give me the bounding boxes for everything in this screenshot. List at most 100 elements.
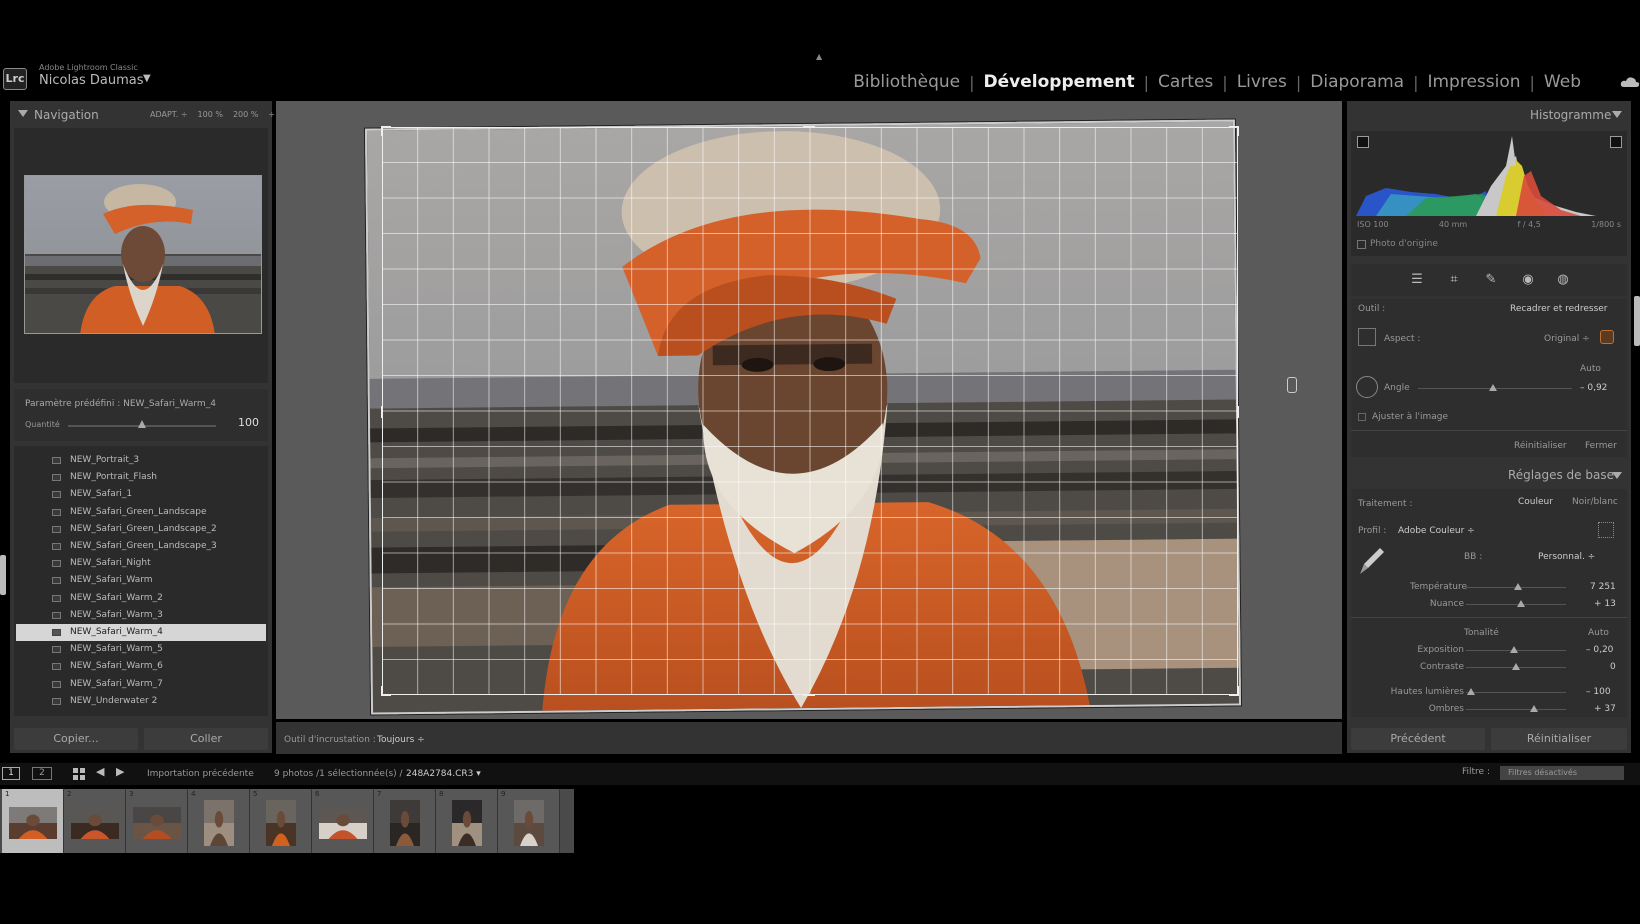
crop-lock-icon[interactable] (1287, 377, 1297, 393)
zoom-more[interactable]: ÷ (268, 110, 275, 119)
tint-slider-handle[interactable] (1517, 600, 1525, 607)
angle-value[interactable]: – 0,92 (1580, 383, 1607, 393)
preset-item[interactable]: NEW_Safari_Warm_7 (16, 676, 266, 693)
angle-auto-button[interactable]: Auto (1580, 364, 1601, 374)
highlights-slider-track[interactable] (1466, 692, 1566, 693)
module-diaporama[interactable]: Diaporama (1301, 72, 1413, 92)
white-balance-picker-icon[interactable] (1358, 546, 1384, 576)
healing-brush-icon[interactable]: ✎ (1483, 272, 1499, 288)
wb-select[interactable]: Personnal. ÷ (1538, 552, 1595, 562)
crop-handle-br-v[interactable] (1237, 686, 1239, 696)
reset-button[interactable]: Réinitialiser (1491, 728, 1627, 750)
filmstrip-thumbnail[interactable]: 4 (188, 789, 250, 853)
left-panel-toggle[interactable] (0, 555, 6, 595)
preset-item[interactable]: NEW_Safari_Green_Landscape_3 (16, 538, 266, 555)
profile-browser-icon[interactable] (1598, 522, 1614, 538)
shadows-value[interactable]: + 37 (1594, 704, 1616, 714)
temperature-slider-handle[interactable] (1514, 583, 1522, 590)
preset-item[interactable]: NEW_Portrait_Flash (16, 469, 266, 486)
straighten-tool-icon[interactable] (1356, 376, 1378, 398)
shadow-clipping-icon[interactable] (1357, 136, 1369, 148)
preset-item[interactable]: NEW_Safari_Green_Landscape (16, 504, 266, 521)
crop-handle-bottom[interactable] (803, 694, 815, 696)
back-arrow-icon[interactable]: ◀ (96, 765, 104, 778)
filmstrip-thumbnail[interactable]: 8 (436, 789, 498, 853)
panel-toggle-top-icon[interactable]: ▲ (816, 52, 822, 61)
module-impression[interactable]: Impression (1418, 72, 1529, 92)
crop-handle-right[interactable] (1237, 406, 1239, 418)
preset-item[interactable]: NEW_Safari_Warm_4 (16, 624, 266, 641)
filmstrip-thumbnail[interactable]: 3 (126, 789, 188, 853)
navigator-collapse-icon[interactable] (18, 110, 28, 117)
zoom-fit[interactable]: ADAPT. ÷ (150, 110, 188, 119)
tint-value[interactable]: + 13 (1594, 599, 1616, 609)
preset-item[interactable]: NEW_Safari_Warm_5 (16, 641, 266, 658)
contrast-value[interactable]: 0 (1610, 662, 1616, 672)
zoom-200[interactable]: 200 % (233, 110, 258, 119)
secondary-monitor-button[interactable]: 2 (32, 767, 52, 780)
filmstrip-thumbnail[interactable]: 1 (2, 789, 64, 853)
zoom-100[interactable]: 100 % (198, 110, 223, 119)
original-photo-checkbox[interactable] (1357, 240, 1366, 249)
aspect-lock-icon[interactable] (1600, 330, 1614, 344)
selected-filename[interactable]: 248A2784.CR3 ▾ (406, 769, 481, 779)
constrain-checkbox[interactable] (1358, 413, 1366, 421)
shadows-slider-handle[interactable] (1530, 705, 1538, 712)
tint-slider-track[interactable] (1466, 604, 1566, 605)
preset-item[interactable]: NEW_Safari_Night (16, 555, 266, 572)
amount-slider-handle[interactable] (138, 420, 146, 428)
module-web[interactable]: Web (1535, 72, 1590, 92)
crop-handle-top[interactable] (803, 126, 815, 128)
filmstrip-source[interactable]: Importation précédente (147, 769, 254, 779)
preset-item[interactable]: NEW_Safari_Warm_3 (16, 607, 266, 624)
preset-item[interactable]: NEW_Safari_1 (16, 486, 266, 503)
module-developpement[interactable]: Développement (975, 72, 1144, 92)
histogram-graph[interactable] (1356, 136, 1622, 216)
sliders-icon[interactable]: ☰ (1409, 272, 1425, 288)
module-bibliotheque[interactable]: Bibliothèque (844, 72, 969, 92)
module-cartes[interactable]: Cartes (1149, 72, 1222, 92)
paste-button[interactable]: Coller (144, 728, 268, 750)
exposure-slider-handle[interactable] (1510, 646, 1518, 653)
user-identity-plate[interactable]: Nicolas Daumas (39, 73, 144, 88)
highlights-value[interactable]: – 100 (1586, 687, 1611, 697)
histogram-collapse-icon[interactable] (1612, 111, 1622, 118)
aspect-select[interactable]: Original ÷ (1544, 334, 1590, 344)
filmstrip-thumbnail[interactable]: 7 (374, 789, 436, 853)
preset-item[interactable]: NEW_Underwater 2 (16, 693, 266, 710)
filmstrip-thumbnail[interactable]: 9 (498, 789, 560, 853)
preset-item[interactable]: NEW_Safari_Warm (16, 572, 266, 589)
crop-frame[interactable] (381, 126, 1239, 696)
amount-value[interactable]: 100 (238, 416, 259, 429)
tone-auto-button[interactable]: Auto (1588, 628, 1609, 638)
crop-reset-button[interactable]: Réinitialiser (1514, 441, 1567, 451)
temperature-value[interactable]: 7 251 (1590, 582, 1616, 592)
preset-item[interactable]: NEW_Portrait_3 (16, 452, 266, 469)
filmstrip-thumbnail[interactable]: 5 (250, 789, 312, 853)
profile-select[interactable]: Adobe Couleur ÷ (1398, 526, 1475, 536)
user-menu-caret-icon[interactable]: ▼ (143, 73, 151, 84)
preset-item[interactable]: NEW_Safari_Warm_2 (16, 590, 266, 607)
cloud-sync-icon[interactable] (1620, 76, 1640, 88)
crop-tool-icon[interactable]: ⌗ (1446, 272, 1462, 288)
preset-item[interactable]: NEW_Safari_Warm_6 (16, 658, 266, 675)
filmstrip-thumbnail[interactable]: 2 (64, 789, 126, 853)
filmstrip-thumbnail[interactable]: 6 (312, 789, 374, 853)
treatment-color[interactable]: Couleur (1518, 497, 1553, 507)
red-eye-icon[interactable]: ◉ (1520, 272, 1536, 288)
module-livres[interactable]: Livres (1228, 72, 1296, 92)
overlay-tool-select[interactable]: Toujours ÷ (377, 735, 425, 745)
crop-handle-bl-v[interactable] (381, 686, 383, 696)
treatment-bw[interactable]: Noir/blanc (1572, 497, 1618, 507)
previous-button[interactable]: Précédent (1351, 728, 1485, 750)
masking-icon[interactable]: ◍ (1555, 272, 1571, 288)
crop-handle-tl-v[interactable] (381, 126, 383, 136)
grid-view-icon[interactable] (72, 767, 86, 781)
primary-monitor-button[interactable]: 1 (2, 767, 20, 780)
shadows-slider-track[interactable] (1466, 709, 1566, 710)
preset-item[interactable]: NEW_Safari_Green_Landscape_2 (16, 521, 266, 538)
highlights-slider-handle[interactable] (1467, 688, 1475, 695)
crop-aspect-icon[interactable] (1358, 328, 1376, 346)
highlight-clipping-icon[interactable] (1610, 136, 1622, 148)
crop-handle-left[interactable] (381, 406, 383, 418)
